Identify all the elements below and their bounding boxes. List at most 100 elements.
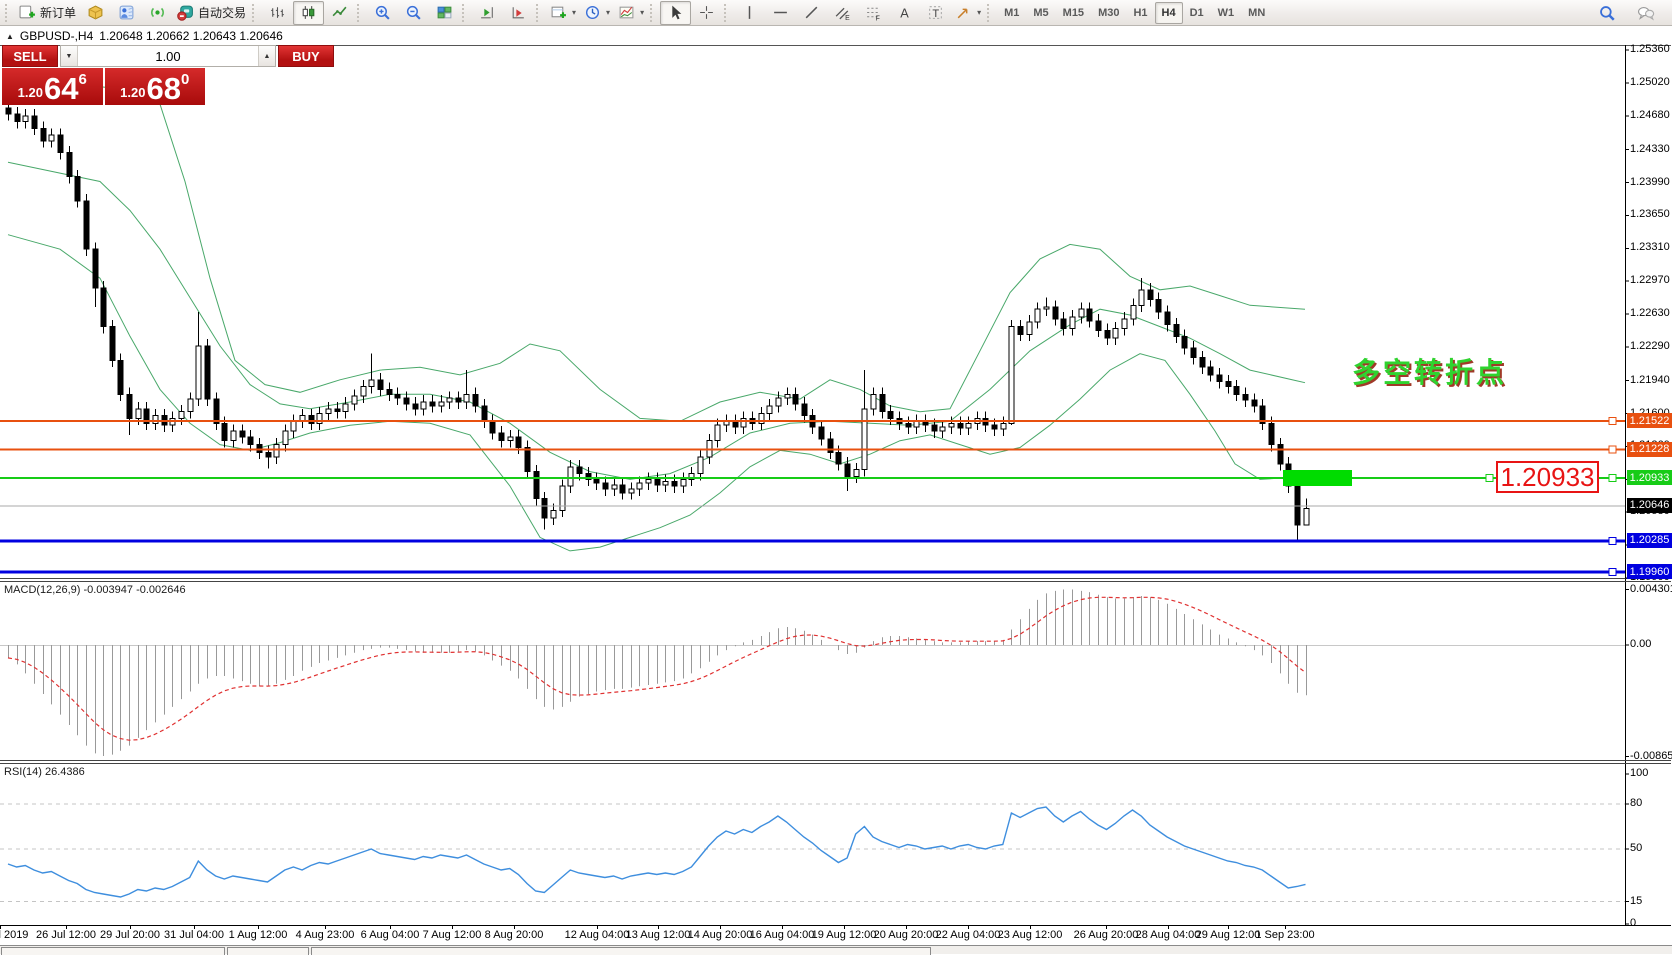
line-handle[interactable] (1609, 569, 1616, 576)
price-level-tag[interactable]: 1.20646 (1627, 498, 1672, 513)
timeframe-button-m5[interactable]: M5 (1026, 2, 1055, 24)
chart-tab[interactable] (311, 947, 931, 955)
price-axis-label: 1.22630 (1630, 307, 1672, 319)
dropdown-arrow-icon[interactable]: ▾ (640, 8, 644, 17)
price-axis-label: 1.24330 (1630, 143, 1672, 155)
toolbar-right-group (1591, 1, 1669, 25)
macd-axis-label: 0.00 (1630, 638, 1672, 650)
line-handle[interactable] (1486, 475, 1493, 482)
tile-windows-button[interactable] (429, 1, 460, 25)
price-axis-label: 1.24680 (1630, 109, 1672, 121)
auto-scroll-button[interactable] (472, 1, 503, 25)
rsi-axis-label: 0 (1630, 917, 1672, 929)
chart-canvas[interactable] (0, 0, 1672, 953)
price-axis-label: 1.25020 (1630, 76, 1672, 88)
chart-shift-button[interactable] (503, 1, 534, 25)
chart-symbol-label: GBPUSD-,H4 (20, 29, 93, 43)
crosshair-button[interactable] (691, 1, 722, 25)
price-level-tag[interactable]: 1.19960 (1627, 564, 1672, 579)
price-level-tag[interactable]: 1.21228 (1627, 442, 1672, 457)
community-chat-button[interactable] (1630, 1, 1661, 25)
profiles-icon-button[interactable] (111, 1, 142, 25)
text-button[interactable]: A (889, 1, 920, 25)
price-axis-label: 1.22290 (1630, 340, 1672, 352)
timeframe-button-mn[interactable]: MN (1241, 2, 1272, 24)
market-watch-icon-button[interactable] (80, 1, 111, 25)
line-handle[interactable] (1609, 537, 1616, 544)
signals-icon-button[interactable] (142, 1, 173, 25)
time-axis-label: 8 Aug 20:00 (468, 929, 560, 941)
sell-button[interactable]: SELL (2, 45, 58, 67)
green-highlight-box[interactable] (1283, 470, 1352, 486)
vertical-line-button[interactable] (734, 1, 765, 25)
price-axis-label: 1.25360 (1630, 43, 1672, 55)
timeframe-button-m15[interactable]: M15 (1056, 2, 1091, 24)
sell-price-quote[interactable]: 1.20 64 6 (2, 68, 103, 105)
zoom-out-button[interactable] (398, 1, 429, 25)
price-axis-label: 1.23650 (1630, 208, 1672, 220)
templates-button[interactable]: ▾ (614, 1, 648, 25)
price-level-tag[interactable]: 1.21522 (1627, 413, 1672, 428)
cursor-button[interactable] (660, 1, 691, 25)
timeframe-button-m1[interactable]: M1 (997, 2, 1026, 24)
chart-title: ▲ GBPUSD-,H4 1.20648 1.20662 1.20643 1.2… (6, 29, 283, 43)
bar-chart-button[interactable] (262, 1, 293, 25)
timeframe-button-w1[interactable]: W1 (1211, 2, 1242, 24)
rsi-axis-label: 80 (1630, 797, 1672, 809)
dropdown-arrow-icon[interactable]: ▾ (606, 8, 610, 17)
trendline-button[interactable] (796, 1, 827, 25)
one-click-trading-panel: SELL ▼ ▲ BUY 1.20 64 6 1.20 68 0 (2, 45, 205, 105)
timeframe-button-h1[interactable]: H1 (1126, 2, 1154, 24)
chart-ohlc-values: 1.20648 1.20662 1.20643 1.20646 (99, 29, 283, 43)
price-axis-label: 1.22970 (1630, 274, 1672, 286)
autotrading-button[interactable]: 自动交易 (173, 1, 250, 25)
chart-tab[interactable] (1, 947, 225, 955)
line-handle[interactable] (1609, 475, 1616, 482)
text-label-button[interactable]: T (920, 1, 951, 25)
dropdown-arrow-icon[interactable]: ▾ (572, 8, 576, 17)
collapse-triangle-icon[interactable]: ▲ (6, 32, 14, 41)
price-axis-label: 1.21940 (1630, 374, 1672, 386)
volume-spinner: ▼ ▲ (60, 45, 276, 67)
dropdown-arrow-icon[interactable]: ▾ (977, 8, 981, 17)
toolbar-grip (357, 4, 363, 22)
fibonacci-button[interactable]: F (858, 1, 889, 25)
buy-price-sup: 0 (181, 71, 189, 88)
horizontal-line-button[interactable] (765, 1, 796, 25)
svg-text:T: T (932, 8, 939, 20)
volume-input[interactable] (78, 46, 258, 66)
equidistant-channel-button[interactable]: E (827, 1, 858, 25)
chart-frame (0, 45, 1671, 929)
search-button[interactable] (1591, 1, 1622, 25)
timeframe-button-d1[interactable]: D1 (1183, 2, 1211, 24)
timeframe-button-m30[interactable]: M30 (1091, 2, 1126, 24)
price-level-callout[interactable]: 1.20933 (1496, 461, 1599, 493)
horizontal-level-lines[interactable] (0, 418, 1625, 576)
toolbar-grip (987, 4, 993, 22)
timeframe-button-h4[interactable]: H4 (1155, 2, 1183, 24)
candlestick-chart-button[interactable] (293, 1, 324, 25)
line-handle[interactable] (1609, 418, 1616, 425)
line-chart-button[interactable] (324, 1, 355, 25)
price-level-tag[interactable]: 1.20933 (1627, 470, 1672, 485)
chart-tab[interactable] (227, 947, 309, 955)
svg-text:F: F (876, 15, 880, 21)
macd-axis-label: 0.004301 (1630, 583, 1672, 595)
new-chart-button[interactable]: ▾ (546, 1, 580, 25)
price-level-tag[interactable]: 1.20285 (1627, 533, 1672, 548)
rsi-indicator-label: RSI(14) 26.4386 (4, 766, 85, 778)
new-order-button[interactable]: 新订单 (15, 1, 80, 25)
volume-increase-button[interactable]: ▲ (258, 46, 275, 66)
indicator-grid (0, 646, 1625, 902)
new-order-button-label: 新订单 (40, 4, 76, 21)
arrows-button[interactable]: ▾ (951, 1, 985, 25)
zoom-in-button[interactable] (367, 1, 398, 25)
candles (6, 104, 1309, 539)
volume-decrease-button[interactable]: ▼ (61, 46, 78, 66)
line-handle[interactable] (1609, 446, 1616, 453)
toolbar-grip (462, 4, 468, 22)
periods-button[interactable]: ▾ (580, 1, 614, 25)
toolbar-grip (650, 4, 656, 22)
buy-price-quote[interactable]: 1.20 68 0 (105, 68, 206, 105)
buy-button[interactable]: BUY (278, 45, 334, 67)
